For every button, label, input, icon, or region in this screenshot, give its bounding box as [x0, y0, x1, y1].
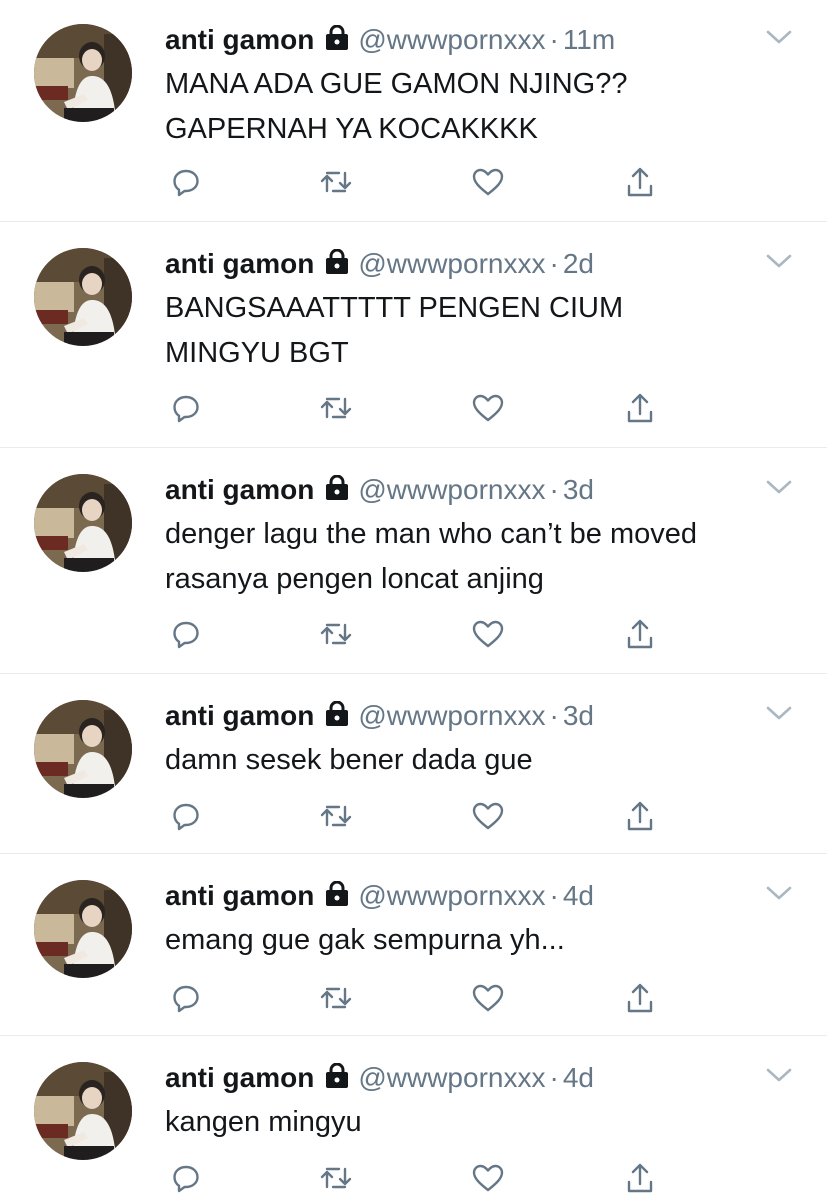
separator: · [549, 248, 559, 279]
tweet-text: emang gue gak sempurna yh... [165, 924, 565, 956]
action-bar [0, 388, 827, 428]
retweet-icon[interactable] [316, 978, 356, 1018]
like-icon[interactable] [468, 796, 508, 836]
share-icon[interactable] [620, 1158, 660, 1198]
tweet[interactable]: anti gamon @wwwpornxxx · 3d denger lagu … [0, 448, 827, 674]
avatar[interactable] [34, 1062, 132, 1160]
chevron-down-icon[interactable] [765, 884, 793, 907]
tweet-text: denger lagu the man who can’t be moved r… [165, 518, 698, 595]
like-icon[interactable] [468, 978, 508, 1018]
like-icon[interactable] [468, 1158, 508, 1198]
share-icon[interactable] [620, 978, 660, 1018]
timestamp[interactable]: 3d [563, 474, 594, 506]
display-name[interactable]: anti gamon [165, 1062, 314, 1094]
action-bar [0, 1158, 827, 1198]
display-name[interactable]: anti gamon [165, 248, 314, 280]
lock-icon [324, 1062, 350, 1094]
timestamp[interactable]: 2d [563, 248, 594, 280]
lock-icon [324, 474, 350, 506]
tweet-text: MANA ADA GUE GAMON NJING?? GAPERNAH YA K… [165, 68, 628, 145]
retweet-icon[interactable] [316, 614, 356, 654]
lock-icon [324, 24, 350, 56]
action-bar [0, 614, 827, 654]
username[interactable]: @wwwpornxxx [358, 248, 545, 280]
tweet[interactable]: anti gamon @wwwpornxxx · 3d damn sesek b… [0, 674, 827, 854]
reply-icon[interactable] [166, 162, 206, 202]
username[interactable]: @wwwpornxxx [358, 24, 545, 56]
like-icon[interactable] [468, 162, 508, 202]
display-name[interactable]: anti gamon [165, 474, 314, 506]
reply-icon[interactable] [166, 1158, 206, 1198]
tweet[interactable]: anti gamon @wwwpornxxx · 2d BANGSAAATTTT… [0, 222, 827, 448]
avatar[interactable] [34, 24, 132, 122]
separator: · [549, 24, 559, 55]
chevron-down-icon[interactable] [765, 704, 793, 727]
avatar[interactable] [34, 248, 132, 346]
reply-icon[interactable] [166, 978, 206, 1018]
display-name[interactable]: anti gamon [165, 24, 314, 56]
timestamp[interactable]: 4d [563, 1062, 594, 1094]
tweet[interactable]: anti gamon @wwwpornxxx · 4d kangen mingy… [0, 1036, 827, 1200]
tweet[interactable]: anti gamon @wwwpornxxx · 4d emang gue ga… [0, 854, 827, 1036]
retweet-icon[interactable] [316, 1158, 356, 1198]
share-icon[interactable] [620, 796, 660, 836]
separator: · [549, 880, 559, 911]
share-icon[interactable] [620, 162, 660, 202]
share-icon[interactable] [620, 388, 660, 428]
like-icon[interactable] [468, 388, 508, 428]
username[interactable]: @wwwpornxxx [358, 474, 545, 506]
lock-icon [324, 700, 350, 732]
reply-icon[interactable] [166, 388, 206, 428]
avatar[interactable] [34, 474, 132, 572]
chevron-down-icon[interactable] [765, 28, 793, 51]
lock-icon [324, 248, 350, 280]
avatar[interactable] [34, 880, 132, 978]
reply-icon[interactable] [166, 614, 206, 654]
timestamp[interactable]: 4d [563, 880, 594, 912]
chevron-down-icon[interactable] [765, 478, 793, 501]
lock-icon [324, 880, 350, 912]
username[interactable]: @wwwpornxxx [358, 1062, 545, 1094]
avatar[interactable] [34, 700, 132, 798]
chevron-down-icon[interactable] [765, 1066, 793, 1089]
retweet-icon[interactable] [316, 162, 356, 202]
separator: · [549, 700, 559, 731]
tweet[interactable]: anti gamon @wwwpornxxx · 11m MANA ADA GU… [0, 0, 827, 222]
like-icon[interactable] [468, 614, 508, 654]
action-bar [0, 162, 827, 202]
separator: · [549, 1062, 559, 1093]
display-name[interactable]: anti gamon [165, 700, 314, 732]
separator: · [549, 474, 559, 505]
action-bar [0, 978, 827, 1018]
chevron-down-icon[interactable] [765, 252, 793, 275]
action-bar [0, 796, 827, 836]
username[interactable]: @wwwpornxxx [358, 700, 545, 732]
retweet-icon[interactable] [316, 388, 356, 428]
timestamp[interactable]: 11m [563, 24, 615, 56]
username[interactable]: @wwwpornxxx [358, 880, 545, 912]
tweet-text: BANGSAAATTTTT PENGEN CIUM MINGYU BGT [165, 292, 624, 369]
tweet-text: damn sesek bener dada gue [165, 744, 533, 776]
tweet-text: kangen mingyu [165, 1106, 362, 1138]
reply-icon[interactable] [166, 796, 206, 836]
timestamp[interactable]: 3d [563, 700, 594, 732]
display-name[interactable]: anti gamon [165, 880, 314, 912]
retweet-icon[interactable] [316, 796, 356, 836]
share-icon[interactable] [620, 614, 660, 654]
